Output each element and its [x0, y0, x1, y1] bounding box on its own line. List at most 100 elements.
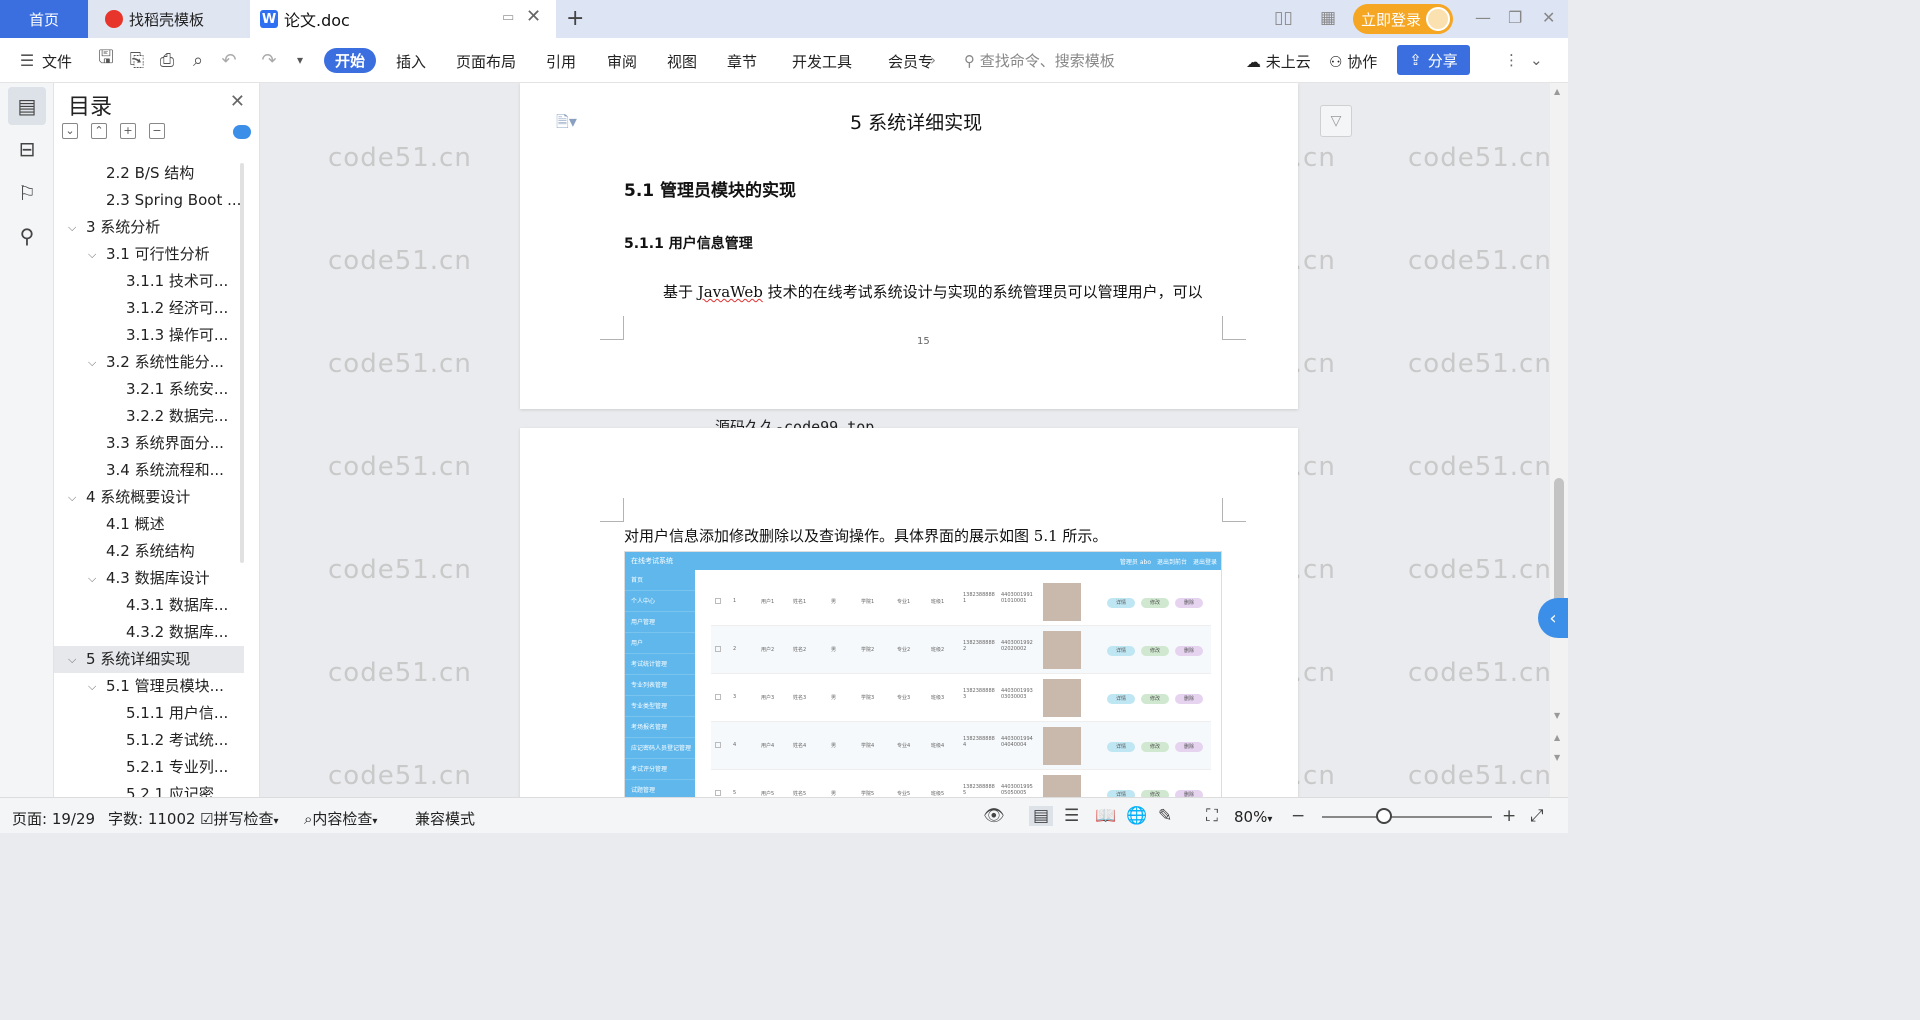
toc-item[interactable]: 2.3 Spring Boot ...	[54, 187, 244, 214]
print-preview-icon[interactable]: ⌕	[187, 49, 209, 71]
print-icon[interactable]: ⎙	[156, 49, 178, 71]
scroll-thumb[interactable]	[1554, 478, 1564, 603]
chevron-down-icon[interactable]: ⌵	[68, 646, 76, 673]
toc-item[interactable]: 3.3 系统界面分...	[54, 430, 244, 457]
tab-devtools[interactable]: 开发工具	[792, 51, 852, 72]
toc-panel-icon[interactable]: ▤	[8, 87, 46, 125]
toc-item[interactable]: ⌵ 5.1 管理员模块...	[54, 673, 244, 700]
toc-scrollbar[interactable]	[240, 163, 244, 563]
hamburger-icon[interactable]: ☰	[16, 49, 38, 71]
filter-icon[interactable]: ▽	[1320, 105, 1352, 137]
toc-item[interactable]: 2.2 B/S 结构	[54, 160, 244, 187]
tab-home[interactable]: 首页	[0, 0, 88, 38]
toc-item[interactable]: 3.4 系统流程和...	[54, 457, 244, 484]
chevron-down-icon[interactable]: ⌵	[68, 214, 76, 241]
zoom-in-icon[interactable]: +	[1502, 806, 1516, 826]
undo-icon[interactable]: ↶	[218, 49, 240, 71]
vertical-scrollbar[interactable]: ▲ ▼ ▲ ▼	[1550, 83, 1568, 797]
spelling-flagged-word[interactable]: JavaWeb	[698, 283, 763, 301]
cloud-status[interactable]: ☁ 未上云	[1246, 51, 1311, 72]
restore-icon[interactable]: ❐	[1508, 8, 1522, 27]
outline-icon[interactable]: ⊟	[8, 130, 46, 168]
toc-item[interactable]: 3.1.2 经济可...	[54, 295, 244, 322]
next-page-icon[interactable]: ▼	[1554, 753, 1560, 762]
fit-page-icon[interactable]: ⛶	[1206, 806, 1218, 826]
eye-protect-icon[interactable]: 👁	[983, 806, 1005, 826]
close-window-icon[interactable]: ✕	[1542, 8, 1555, 27]
new-tab-icon[interactable]: +	[566, 6, 584, 31]
toc-item[interactable]: 3.2.2 数据完...	[54, 403, 244, 430]
collapse-ribbon-icon[interactable]: ⌄	[1530, 51, 1543, 69]
tab-reference[interactable]: 引用	[546, 51, 576, 72]
toc-item[interactable]: 5.2.1 应记密...	[54, 781, 244, 797]
toc-item[interactable]: 4.2 系统结构	[54, 538, 244, 565]
toc-item[interactable]: ⌵ 3.2 系统性能分...	[54, 349, 244, 376]
toc-item[interactable]: ⌵ 3 系统分析	[54, 214, 244, 241]
tab-review[interactable]: 审阅	[607, 51, 637, 72]
tab-member[interactable]: 会员专	[888, 51, 933, 72]
toc-item[interactable]: 3.1.1 技术可...	[54, 268, 244, 295]
tab-chapter[interactable]: 章节	[727, 51, 757, 72]
close-icon[interactable]: ✕	[230, 91, 245, 112]
toc-item[interactable]: 4.1 概述	[54, 511, 244, 538]
toc-item[interactable]: 3.2.1 系统安...	[54, 376, 244, 403]
spellcheck-button[interactable]: ☑拼写检查▾	[200, 808, 279, 829]
document-options-icon[interactable]: 🗎▾	[556, 111, 577, 138]
zoom-out-icon[interactable]: −	[1291, 806, 1305, 826]
layout-toggle-icon[interactable]: ▯▯	[1274, 8, 1293, 28]
export-icon[interactable]: ⎘	[126, 49, 148, 71]
search-icon[interactable]: ⚲	[8, 217, 46, 255]
share-button[interactable]: ⇪ 分享	[1397, 45, 1470, 75]
tab-docer-templates[interactable]: 找稻壳模板	[91, 0, 247, 38]
toc-item[interactable]: ⌵ 4.3 数据库设计	[54, 565, 244, 592]
chevron-down-icon[interactable]: ⌵	[88, 349, 96, 376]
toc-item[interactable]: 5.2.1 专业列...	[54, 754, 244, 781]
toc-item[interactable]: ⌵ 5 系统详细实现	[54, 646, 244, 673]
outline-view-icon[interactable]: ☰	[1064, 806, 1079, 826]
tab-page-layout[interactable]: 页面布局	[456, 51, 516, 72]
toc-item[interactable]: 4.3.1 数据库...	[54, 592, 244, 619]
more-tabs-icon[interactable]: ›	[930, 51, 936, 69]
menu-file[interactable]: 文件	[42, 51, 72, 72]
web-view-icon[interactable]: 🌐	[1126, 806, 1147, 826]
zoom-slider[interactable]	[1322, 816, 1492, 818]
page-indicator[interactable]: 页面: 19/29	[12, 808, 95, 829]
login-button[interactable]: 立即登录	[1353, 4, 1453, 34]
document-page[interactable]: 🗎▾ 5 系统详细实现 5.1 管理员模块的实现 5.1.1 用户信息管理 基于…	[520, 83, 1298, 409]
reading-view-icon[interactable]: 📖	[1095, 806, 1116, 826]
pen-icon[interactable]: ✎	[1158, 806, 1172, 826]
toc-item[interactable]: 3.1.3 操作可...	[54, 322, 244, 349]
collab-button[interactable]: ⚇ 协作	[1329, 51, 1377, 72]
toc-item[interactable]: 5.1.2 考试统...	[54, 727, 244, 754]
command-search[interactable]: ⚲ 查找命令、搜索模板	[964, 50, 1115, 71]
close-tab-icon[interactable]: ✕	[526, 6, 541, 27]
prev-page-icon[interactable]: ▲	[1554, 733, 1560, 742]
add-heading-icon[interactable]: +	[120, 123, 136, 139]
tab-document[interactable]: W 论文.doc ▭ ✕	[250, 0, 556, 38]
chevron-down-icon[interactable]: ▾	[289, 49, 311, 71]
word-count[interactable]: 字数: 11002	[108, 808, 196, 829]
content-check-button[interactable]: ⌕内容检查▾	[304, 808, 377, 829]
toc-item[interactable]: ⌵ 3.1 可行性分析	[54, 241, 244, 268]
scroll-up-icon[interactable]: ▲	[1554, 87, 1560, 96]
toc-item[interactable]: ⌵ 4 系统概要设计	[54, 484, 244, 511]
tab-insert[interactable]: 插入	[396, 51, 426, 72]
redo-icon[interactable]: ↷	[258, 49, 280, 71]
chevron-down-icon[interactable]: ⌵	[68, 484, 76, 511]
chevron-down-icon[interactable]: ⌵	[88, 673, 96, 700]
toc-item[interactable]: 4.3.2 数据库...	[54, 619, 244, 646]
page-view-icon[interactable]: ▤	[1029, 806, 1054, 826]
remove-heading-icon[interactable]: −	[149, 123, 165, 139]
apps-grid-icon[interactable]: ▦	[1320, 8, 1336, 28]
chevron-down-icon[interactable]: ⌵	[88, 241, 96, 268]
collapse-all-icon[interactable]: ⌄	[62, 123, 78, 139]
monitor-icon[interactable]: ▭	[502, 10, 514, 25]
document-canvas[interactable]: code51.cn code51.cn code51.cn code51.cn code…	[260, 83, 1550, 797]
expand-up-icon[interactable]: ⌃	[91, 123, 107, 139]
chevron-down-icon[interactable]: ⌵	[88, 565, 96, 592]
document-page[interactable]: 对用户信息添加修改删除以及查询操作。具体界面的展示如图 5.1 所示。 在线考试…	[520, 428, 1298, 797]
minimize-icon[interactable]: —	[1475, 8, 1491, 27]
more-icon[interactable]: ⋮	[1504, 51, 1519, 69]
tab-view[interactable]: 视图	[667, 51, 697, 72]
scroll-down-icon[interactable]: ▼	[1554, 711, 1560, 720]
